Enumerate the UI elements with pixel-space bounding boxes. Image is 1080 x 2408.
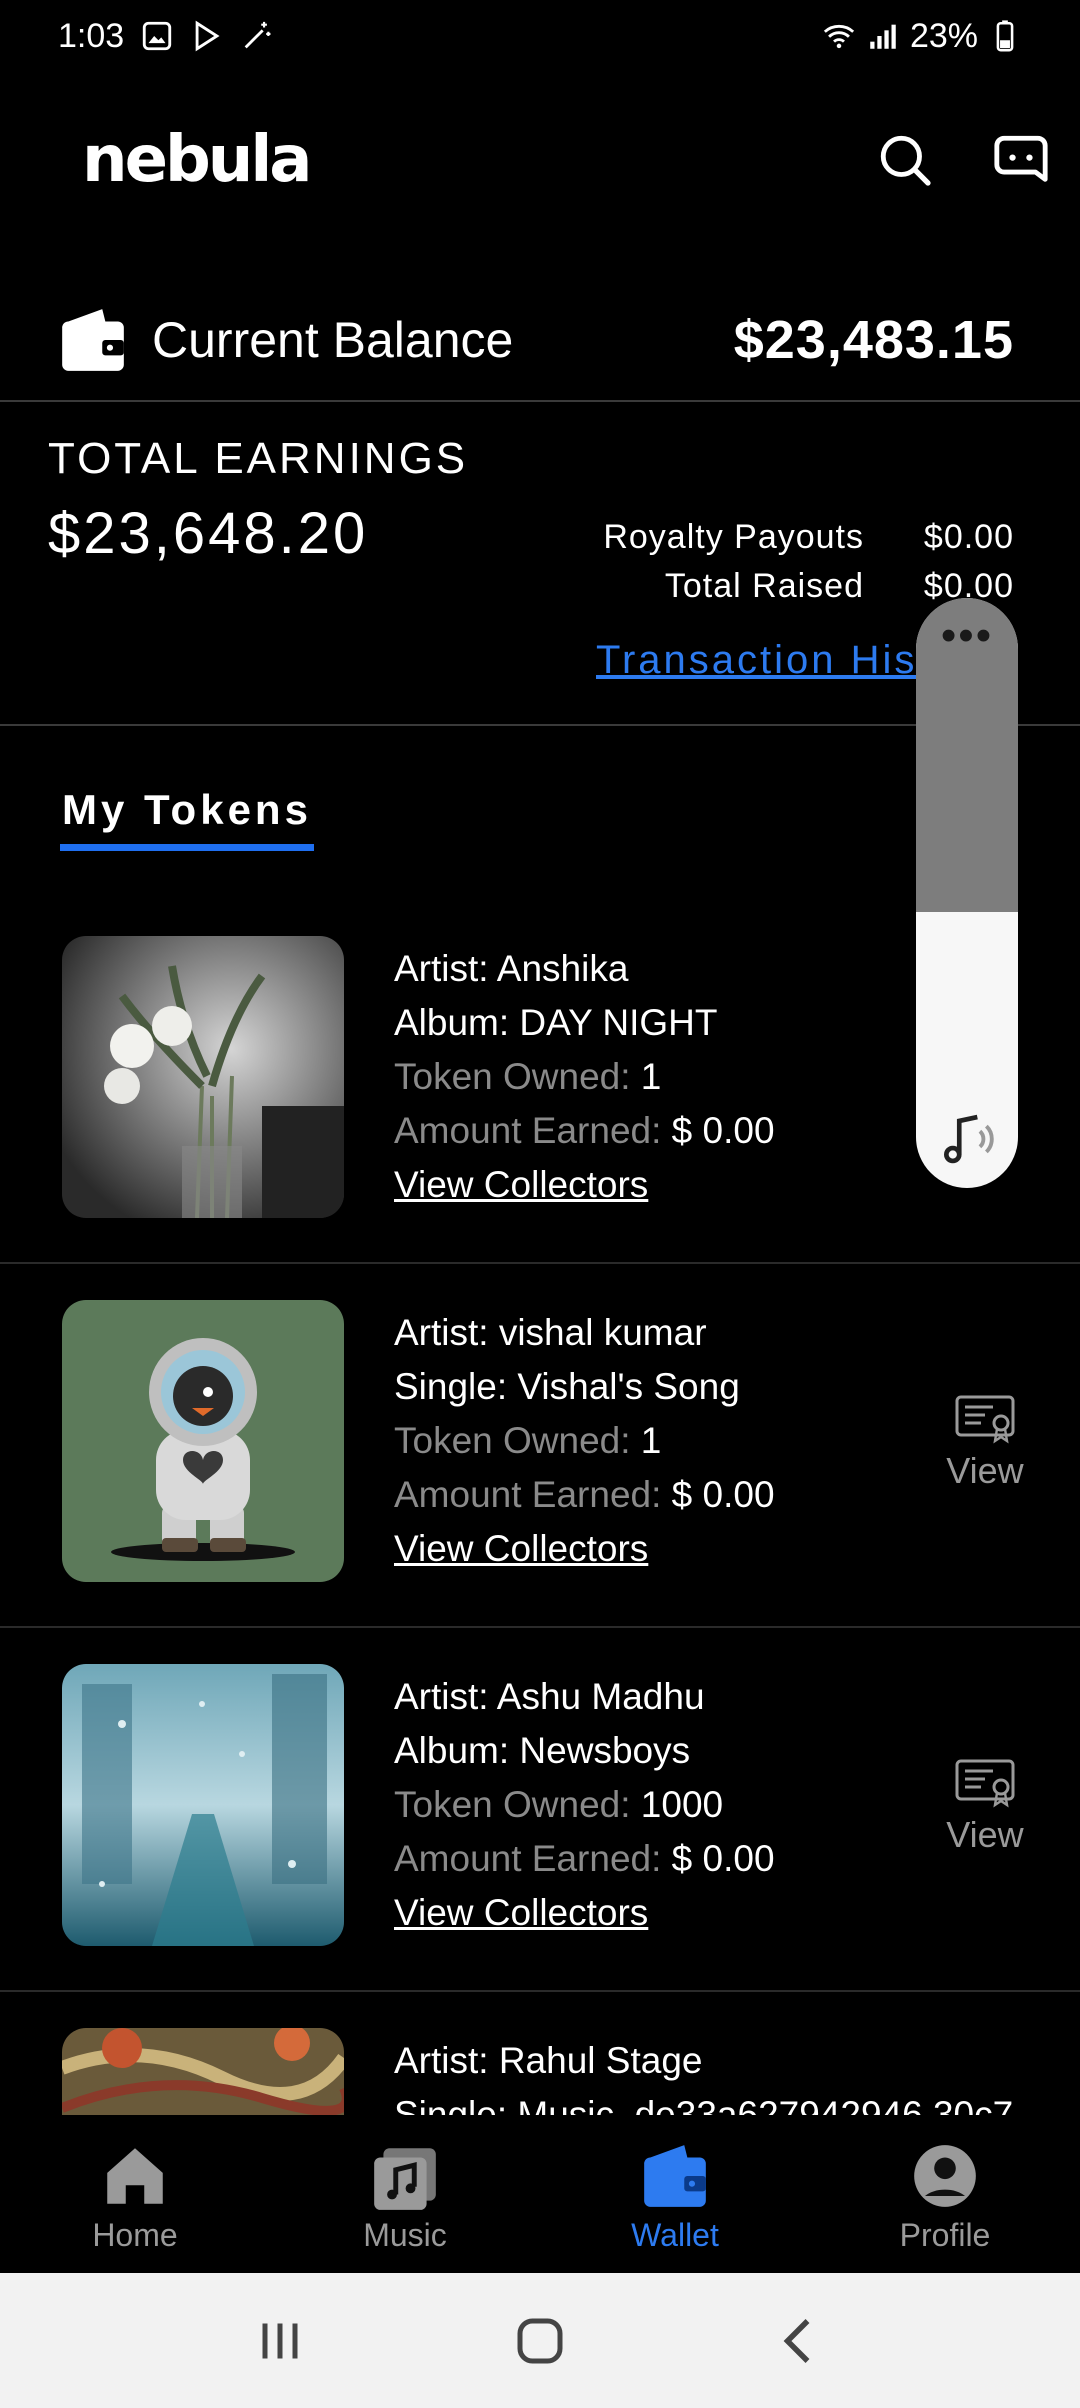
profile-icon (914, 2145, 976, 2207)
token-row[interactable]: Artist: vishal kumar Single: Vishal's So… (0, 1264, 1080, 1628)
token-artwork-vishal[interactable] (62, 1300, 344, 1582)
signal-icon (870, 24, 896, 49)
nav-profile-label: Profile (899, 2217, 991, 2253)
royalty-value: $0.00 (923, 518, 1014, 556)
token-release: Album: Newsboys (394, 1730, 691, 1771)
balance-label: Current Balance (152, 312, 514, 368)
certificate-icon (955, 1395, 1015, 1444)
status-time: 1:03 (58, 16, 125, 55)
token-artist: Artist: Ashu Madhu (394, 1676, 705, 1717)
token-row[interactable]: Artist: Ashu Madhu Album: Newsboys Token… (0, 1628, 1080, 1992)
token-owned-value: 1 (630, 1056, 662, 1097)
token-owned-label: Token Owned: (394, 1420, 631, 1461)
amount-earned-value: $ 0.00 (661, 1474, 775, 1515)
system-navigation-bar (0, 2273, 1080, 2408)
search-icon[interactable] (876, 131, 934, 189)
recent-apps-icon[interactable] (250, 2311, 310, 2371)
transaction-history-link[interactable]: Transaction His (596, 638, 917, 683)
amount-earned-value: $ 0.00 (661, 1838, 775, 1879)
nav-home-label: Home (92, 2217, 178, 2253)
view-label: View (946, 1814, 1024, 1855)
battery-percent: 23% (909, 16, 978, 55)
certificate-icon (955, 1759, 1015, 1808)
wallet-icon (644, 2145, 706, 2207)
view-label: View (946, 1450, 1024, 1491)
nav-music[interactable]: Music (270, 2115, 540, 2273)
more-options-icon[interactable]: ••• (916, 614, 1018, 658)
token-owned-label: Token Owned: (394, 1784, 631, 1825)
wallet-icon (62, 309, 124, 371)
view-collectors-link[interactable]: View Collectors (394, 1522, 775, 1576)
volume-slider-panel[interactable]: ••• (916, 598, 1018, 1188)
current-balance-row: Current Balance $23,483.15 (0, 280, 1080, 402)
app-header: nebula (0, 100, 1080, 220)
bottom-navigation: Home Music Wallet Profile (0, 2115, 1080, 2273)
token-artist: Artist: Anshika (394, 948, 629, 989)
token-owned-label: Token Owned: (394, 1056, 631, 1097)
view-collectors-link[interactable]: View Collectors (394, 1886, 775, 1940)
amount-earned-label: Amount Earned: (394, 1110, 662, 1151)
app-logo: nebula (82, 123, 312, 197)
token-release: Single: Music_de33a627942946 30c7 (394, 2094, 1014, 2115)
royalty-label: Royalty Payouts (603, 518, 864, 556)
earnings-value: $23,648.20 (48, 501, 369, 566)
nav-wallet-label: Wallet (631, 2217, 719, 2253)
token-artwork-rahul[interactable] (62, 2028, 344, 2115)
amount-earned-label: Amount Earned: (394, 1474, 662, 1515)
token-release: Album: DAY NIGHT (394, 1002, 718, 1043)
chat-icon[interactable] (992, 131, 1050, 189)
earnings-title: TOTAL EARNINGS (48, 434, 469, 483)
view-collectors-link[interactable]: View Collectors (394, 1158, 775, 1212)
status-bar: 1:03 23% (0, 0, 1080, 72)
media-volume-icon[interactable] (936, 1108, 998, 1170)
view-certificate-button[interactable]: View (942, 1758, 1028, 1856)
token-row[interactable]: Artist: Rahul Stage Single: Music_de33a6… (0, 1992, 1080, 2115)
token-owned-value: 1 (630, 1420, 662, 1461)
token-artwork-ashu[interactable] (62, 1664, 344, 1946)
royalty-payouts-line: Royalty Payouts $0.00 (603, 518, 1014, 557)
token-artist: Artist: Rahul Stage (394, 2040, 703, 2081)
amount-earned-value: $ 0.00 (661, 1110, 775, 1151)
wifi-icon (823, 24, 855, 49)
tab-my-tokens[interactable]: My Tokens (60, 786, 314, 851)
balance-value: $23,483.15 (733, 310, 1014, 370)
play-store-icon (195, 20, 220, 52)
raised-label: Total Raised (664, 567, 864, 605)
gallery-icon (143, 21, 172, 51)
magic-wand-icon (244, 21, 271, 49)
token-owned-value: 1000 (630, 1784, 724, 1825)
back-icon[interactable] (770, 2311, 830, 2371)
token-artist: Artist: vishal kumar (394, 1312, 707, 1353)
music-icon (374, 2148, 436, 2210)
home-button-icon[interactable] (510, 2311, 570, 2371)
token-release: Single: Vishal's Song (394, 1366, 740, 1407)
nav-home[interactable]: Home (0, 2115, 270, 2273)
view-certificate-button[interactable]: View (942, 1394, 1028, 1492)
nav-profile[interactable]: Profile (810, 2115, 1080, 2273)
battery-icon (996, 20, 1014, 52)
amount-earned-label: Amount Earned: (394, 1838, 662, 1879)
home-icon (107, 2148, 163, 2204)
nav-music-label: Music (363, 2217, 447, 2253)
token-artwork-anshika[interactable] (62, 936, 344, 1218)
nav-wallet[interactable]: Wallet (540, 2115, 810, 2273)
